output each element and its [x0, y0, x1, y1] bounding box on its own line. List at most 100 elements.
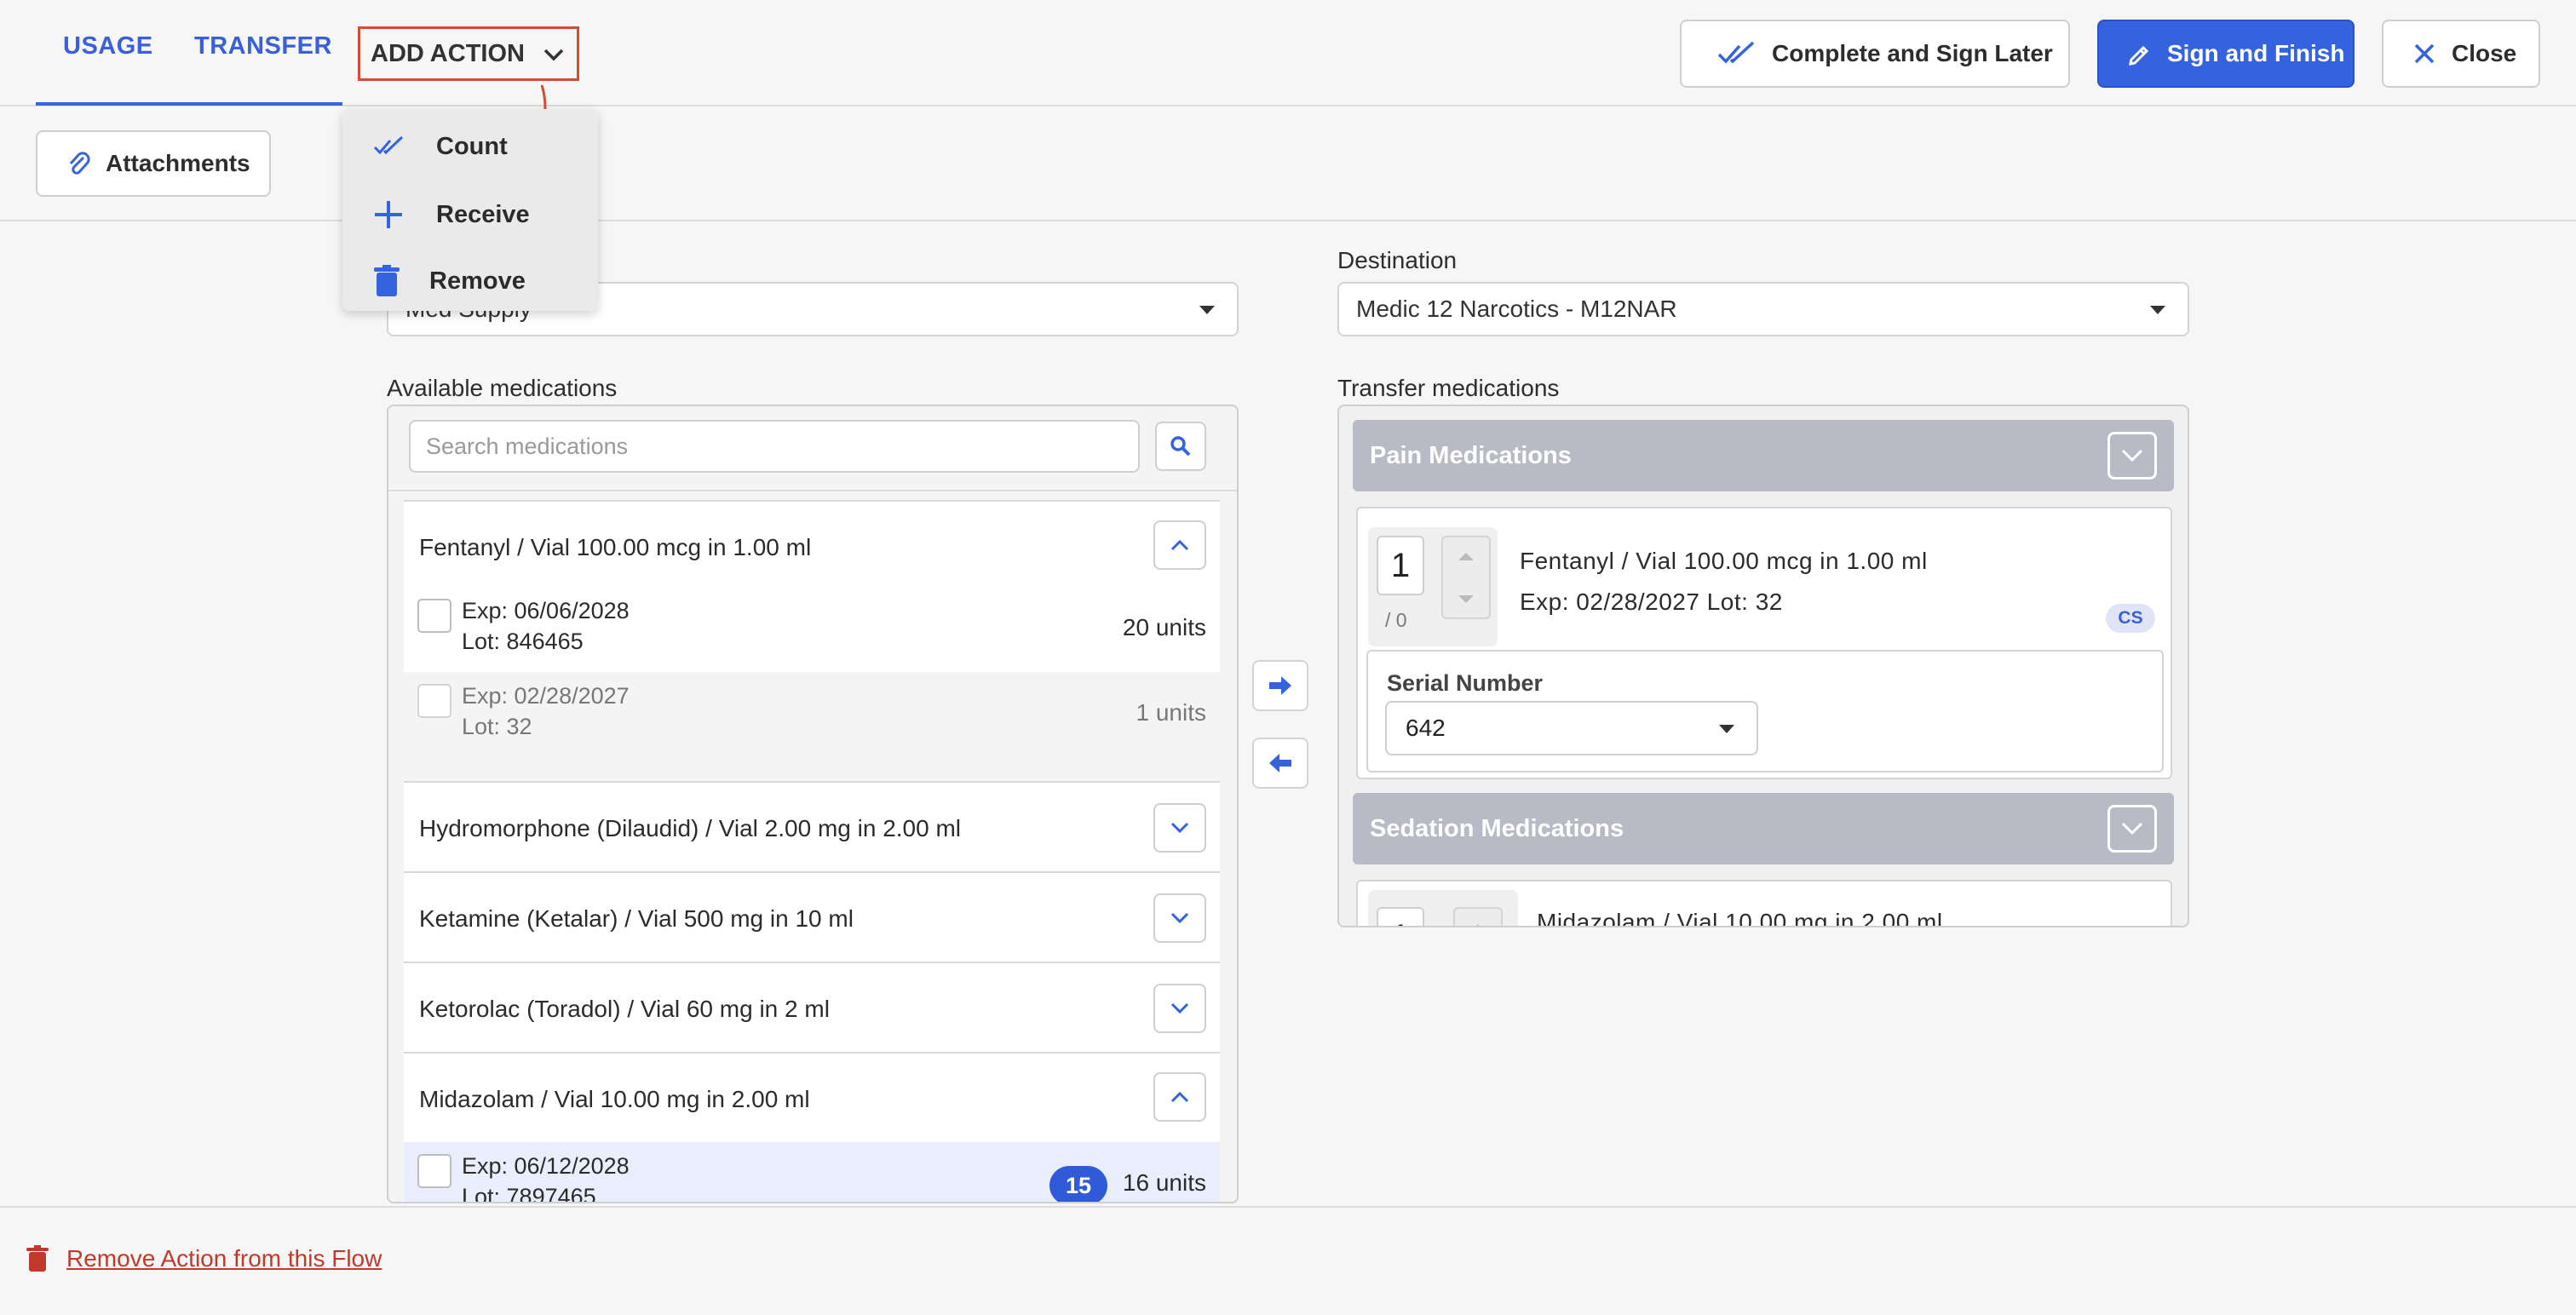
add-action-label: ADD ACTION	[371, 39, 525, 67]
double-check-icon	[1717, 41, 1755, 64]
signature-pen-icon	[2129, 45, 2149, 66]
sign-and-finish-button[interactable]: Sign and Finish	[2097, 20, 2355, 88]
group-collapse-toggle[interactable]	[2107, 432, 2157, 479]
caret-down-icon	[2150, 306, 2165, 314]
medication-row-hydromorphone[interactable]: Hydromorphone (Dilaudid) / Vial 2.00 mg …	[404, 781, 1220, 871]
sign-and-finish-label: Sign and Finish	[2167, 40, 2345, 66]
chevron-up-icon	[1170, 539, 1189, 551]
footer-bar: Remove Action from this Flow	[0, 1206, 2576, 1315]
tab-transfer[interactable]: TRANSFER	[194, 32, 332, 60]
serial-number-label: Serial Number	[1387, 670, 1544, 696]
chevron-up-icon	[1170, 1091, 1189, 1103]
group-title: Pain Medications	[1370, 442, 1572, 469]
quantity-stepper-buttons[interactable]	[1441, 536, 1491, 619]
chevron-down-icon	[2121, 449, 2143, 462]
quantity-input[interactable]: 1	[1377, 907, 1424, 926]
serial-number-section: Serial Number 642	[1366, 650, 2164, 772]
transfer-medication-card: 1 Midazolam / Vial 10.00 mg in 2.00 ml	[1356, 880, 2172, 926]
available-medications-panel: Fentanyl / Vial 100.00 mcg in 1.00 ml Ex…	[387, 405, 1239, 1203]
close-label: Close	[2452, 40, 2517, 66]
menu-item-remove-label: Remove	[429, 267, 526, 295]
trash-icon	[26, 1245, 49, 1272]
paperclip-icon	[69, 152, 90, 175]
transfer-medication-lot: Exp: 02/28/2027 Lot: 32	[1520, 589, 1783, 615]
lot-details: Exp: 06/12/2028 Lot: 7897465	[462, 1151, 630, 1202]
collapse-toggle-button[interactable]	[1153, 520, 1206, 570]
attachments-button[interactable]: Attachments	[36, 130, 271, 197]
medication-row-ketamine[interactable]: Ketamine (Ketalar) / Vial 500 mg in 10 m…	[404, 871, 1220, 962]
lot-expiration: Exp: 02/28/2027	[462, 683, 630, 709]
expand-toggle-button[interactable]	[1153, 803, 1206, 853]
quantity-input[interactable]: 1	[1377, 536, 1424, 595]
chevron-down-icon	[1170, 912, 1189, 924]
lot-checkbox[interactable]	[417, 1154, 451, 1188]
quantity-stepper-buttons[interactable]	[1453, 907, 1503, 926]
medication-row-ketorolac[interactable]: Ketorolac (Toradol) / Vial 60 mg in 2 ml	[404, 962, 1220, 1052]
medication-name: Hydromorphone (Dilaudid) / Vial 2.00 mg …	[419, 815, 962, 841]
search-icon	[1170, 436, 1191, 457]
increment-icon	[1458, 553, 1474, 560]
menu-item-remove[interactable]: Remove	[342, 250, 598, 312]
increment-icon	[1470, 924, 1486, 926]
add-action-dropdown-button[interactable]: ADD ACTION	[358, 26, 579, 81]
menu-item-count[interactable]: Count	[342, 116, 598, 177]
caret-down-icon	[1719, 725, 1734, 733]
collapse-toggle-button[interactable]	[1153, 1072, 1206, 1122]
lot-expiration: Exp: 06/06/2028	[462, 598, 630, 623]
available-medications-label: Available medications	[387, 375, 618, 401]
transfer-right-button[interactable]	[1252, 660, 1308, 711]
transfer-medication-info: Fentanyl / Vial 100.00 mcg in 1.00 ml Ex…	[1520, 541, 1928, 623]
medication-row-fentanyl: Fentanyl / Vial 100.00 mcg in 1.00 ml Ex…	[404, 500, 1220, 757]
lot-expiration: Exp: 06/12/2028	[462, 1153, 630, 1179]
medication-name: Midazolam / Vial 10.00 mg in 2.00 ml	[419, 1086, 810, 1112]
lot-units: 1 units	[1136, 699, 1207, 726]
lot-checkbox	[417, 684, 451, 718]
lot-checkbox[interactable]	[417, 599, 451, 633]
complete-and-sign-later-label: Complete and Sign Later	[1772, 40, 2053, 66]
decrement-icon	[1458, 595, 1474, 603]
available-medications-list: Fentanyl / Vial 100.00 mcg in 1.00 ml Ex…	[404, 500, 1220, 1202]
group-header-sedation-medications[interactable]: Sedation Medications	[1353, 793, 2174, 864]
chevron-down-icon	[543, 49, 564, 61]
lot-units: 20 units	[1122, 614, 1206, 640]
lot-number: Lot: 32	[462, 714, 532, 739]
selected-quantity-badge: 15	[1049, 1166, 1107, 1202]
lot-units: 16 units	[1122, 1169, 1206, 1196]
search-input[interactable]	[409, 420, 1140, 473]
lot-details: Exp: 02/28/2027 Lot: 32	[462, 680, 630, 742]
medication-name: Fentanyl / Vial 100.00 mcg in 1.00 ml	[419, 534, 812, 560]
lot-number: Lot: 846465	[462, 629, 584, 654]
group-title: Sedation Medications	[1370, 815, 1624, 842]
group-collapse-toggle[interactable]	[2107, 805, 2157, 853]
close-button[interactable]: Close	[2382, 20, 2540, 88]
double-check-icon	[373, 135, 404, 155]
arrow-left-icon	[1269, 754, 1291, 772]
chevron-down-icon	[2121, 822, 2143, 836]
expand-toggle-button[interactable]	[1153, 893, 1206, 943]
quantity-stepper: 1 / 0	[1368, 527, 1498, 646]
chevron-down-icon	[1170, 822, 1189, 834]
lot-row-disabled: Exp: 02/28/2027 Lot: 32 1 units	[404, 672, 1220, 757]
arrow-right-icon	[1269, 676, 1291, 695]
top-bar: USAGE TRANSFER ADD ACTION Complete and S…	[0, 0, 2576, 153]
complete-and-sign-later-button[interactable]: Complete and Sign Later	[1680, 20, 2070, 88]
menu-item-receive-label: Receive	[436, 200, 530, 228]
search-button[interactable]	[1155, 422, 1206, 471]
menu-item-receive[interactable]: Receive	[342, 184, 598, 245]
lot-row-selected[interactable]: Exp: 06/12/2028 Lot: 7897465 15 16 units	[404, 1142, 1220, 1202]
destination-label: Destination	[1337, 247, 1458, 273]
remove-action-from-flow-link[interactable]: Remove Action from this Flow	[66, 1245, 382, 1272]
expand-toggle-button[interactable]	[1153, 984, 1206, 1033]
group-header-pain-medications[interactable]: Pain Medications	[1353, 420, 2174, 491]
transfer-left-button[interactable]	[1252, 738, 1308, 789]
medication-name: Ketamine (Ketalar) / Vial 500 mg in 10 m…	[419, 905, 854, 932]
serial-number-select[interactable]: 642	[1385, 701, 1758, 755]
controlled-substance-badge: CS	[2106, 604, 2155, 633]
add-action-menu: Count Receive Remove	[342, 109, 598, 311]
destination-select[interactable]: Medic 12 Narcotics - M12NAR	[1337, 282, 2189, 336]
lot-details: Exp: 06/06/2028 Lot: 846465	[462, 595, 630, 657]
active-tab-indicator	[36, 102, 342, 106]
tab-usage[interactable]: USAGE	[63, 32, 153, 60]
trash-icon	[374, 265, 400, 296]
lot-row[interactable]: Exp: 06/06/2028 Lot: 846465 20 units	[404, 587, 1220, 672]
